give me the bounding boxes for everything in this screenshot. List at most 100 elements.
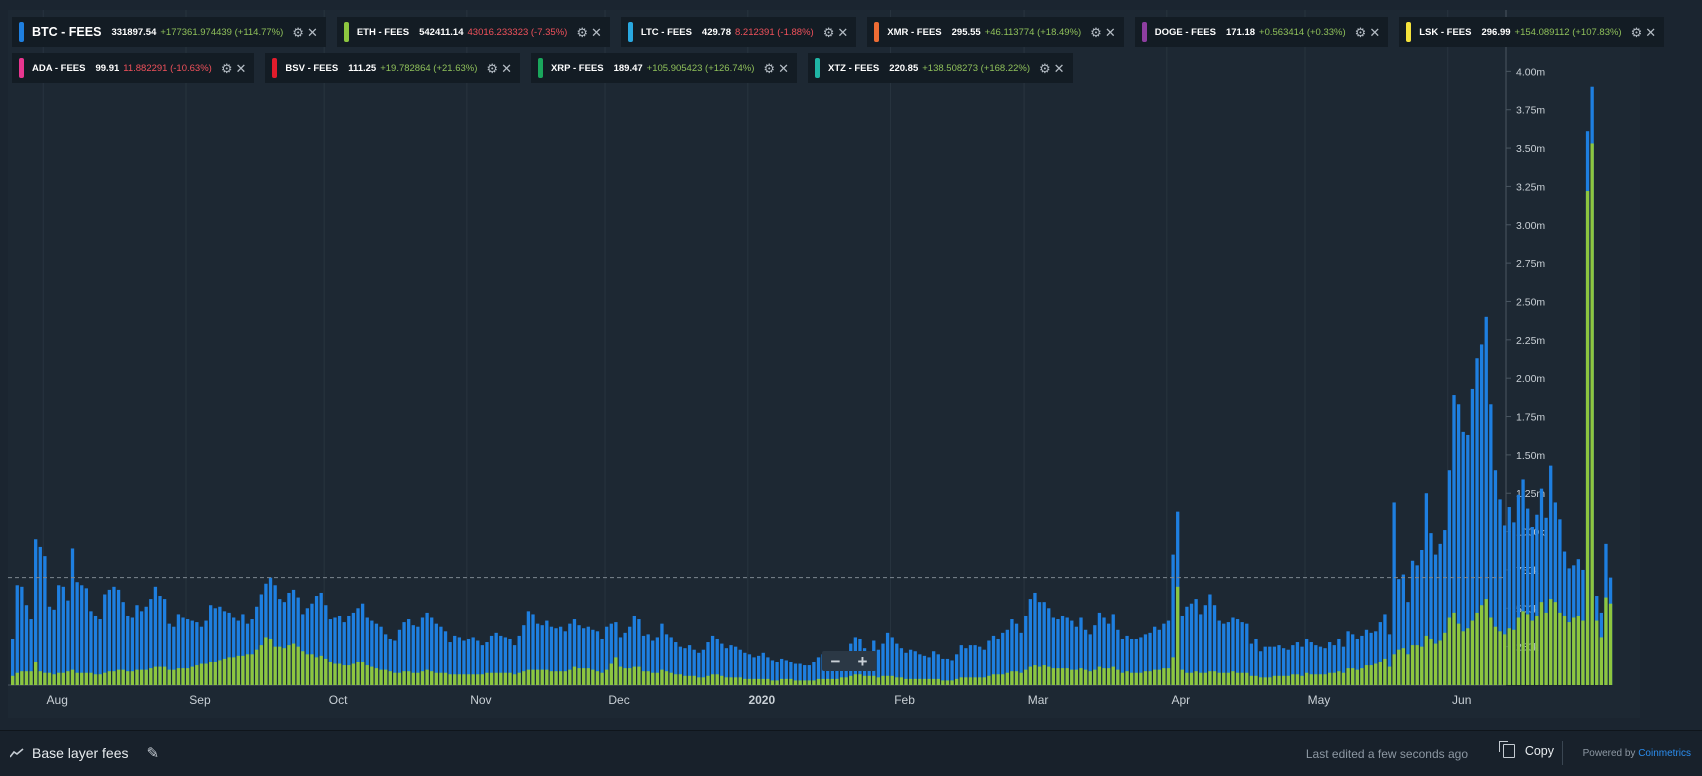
bar-eth (858, 674, 862, 685)
bar-eth (181, 668, 185, 685)
bar-eth (1079, 668, 1083, 685)
close-icon[interactable]: ✕ (778, 62, 789, 75)
bar-eth (1047, 666, 1051, 685)
bar-eth (715, 674, 719, 685)
bar-btc (57, 585, 61, 685)
bar-eth (770, 680, 775, 685)
gear-icon[interactable]: ⚙ (221, 62, 233, 75)
close-icon[interactable]: ✕ (1105, 26, 1116, 39)
bar-eth (1328, 672, 1332, 685)
legend-series-name: BTC - FEES (32, 25, 102, 39)
bar-eth (1503, 634, 1507, 685)
zoom-out-button[interactable]: − (831, 653, 841, 670)
bar-eth (1176, 586, 1180, 685)
y-tick-label: 1.50m (1516, 450, 1545, 462)
legend-chip[interactable]: XTZ - FEES 220.85 +138.508273 (+168.22%) ⚙ ✕ (807, 53, 1073, 83)
edit-pencil-icon[interactable]: ✎ (147, 744, 160, 762)
bar-eth (319, 655, 323, 685)
x-tick-label: Jun (1452, 693, 1471, 707)
gear-icon[interactable]: ⚙ (292, 26, 304, 39)
legend-chip[interactable]: LTC - FEES 429.78 8.212391 (-1.88%) ⚙ ✕ (620, 17, 857, 47)
bar-eth (1222, 672, 1226, 685)
legend-chip[interactable]: LSK - FEES 296.99 +154.089112 (+107.83%) ⚙ ✕ (1399, 17, 1665, 47)
x-tick-label: May (1308, 693, 1331, 707)
gear-icon[interactable]: ⚙ (1039, 62, 1051, 75)
legend-chip[interactable]: BTC - FEES 331897.54 +177361.974439 (+114.… (12, 17, 326, 47)
bar-eth (397, 672, 402, 685)
bar-eth (830, 678, 834, 685)
bar-eth (356, 661, 360, 685)
bar-eth (144, 669, 148, 685)
bar-eth (558, 671, 563, 685)
zoom-in-button[interactable]: + (858, 653, 868, 670)
bar-eth (669, 672, 673, 685)
bar-eth (407, 671, 411, 685)
bar-eth (393, 672, 397, 685)
bar-eth (807, 680, 811, 685)
bar-eth (61, 672, 65, 685)
close-icon[interactable]: ✕ (307, 26, 318, 39)
bar-eth (1433, 643, 1438, 685)
bar-eth (1447, 617, 1452, 685)
bar-eth (1139, 672, 1143, 685)
bar-eth (1585, 191, 1590, 686)
bar-eth (793, 680, 798, 685)
gear-icon[interactable]: ⚙ (1631, 26, 1643, 39)
legend-chip[interactable]: BSV - FEES 111.25 +19.782864 (+21.63%) ⚙ ✕ (265, 53, 520, 83)
bar-eth (1346, 668, 1350, 685)
bar-eth (1130, 672, 1134, 685)
bar-eth (430, 671, 434, 685)
bar-eth (291, 643, 296, 685)
bar-eth (1245, 672, 1249, 685)
bar-eth (872, 675, 876, 685)
legend-series-value: 542411.14 (419, 26, 464, 38)
close-icon[interactable]: ✕ (1369, 26, 1380, 39)
legend-chip[interactable]: DOGE - FEES 171.18 +0.563414 (+0.33%) ⚙ ✕ (1134, 17, 1389, 47)
legend-chip[interactable]: XRP - FEES 189.47 +105.905423 (+126.74%) ⚙ ✕ (530, 53, 797, 83)
bar-eth (1364, 665, 1369, 685)
bar-eth (199, 663, 204, 685)
zoom-control: − + (822, 651, 876, 671)
bar-eth (250, 654, 254, 685)
bar-eth (1323, 674, 1327, 685)
bar-eth (1397, 649, 1401, 685)
bar-eth (692, 675, 696, 685)
bar-eth (674, 674, 678, 685)
bar-eth (213, 661, 217, 685)
close-icon[interactable]: ✕ (837, 26, 848, 39)
gear-icon[interactable]: ⚙ (1355, 26, 1367, 39)
bar-eth (1258, 677, 1263, 685)
legend-chip[interactable]: XMR - FEES 295.55 +46.113774 (+18.49%) ⚙ ✕ (867, 17, 1124, 47)
close-icon[interactable]: ✕ (1054, 62, 1065, 75)
gear-icon[interactable]: ⚙ (763, 62, 775, 75)
bar-eth (337, 663, 342, 685)
copy-button[interactable]: Copy (1498, 741, 1554, 758)
bar-eth (1549, 599, 1553, 685)
bar-eth (301, 651, 305, 685)
gear-icon[interactable]: ⚙ (576, 26, 588, 39)
bar-eth (757, 678, 761, 685)
gear-icon[interactable]: ⚙ (486, 62, 498, 75)
close-icon[interactable]: ✕ (591, 26, 602, 39)
gear-icon[interactable]: ⚙ (823, 26, 835, 39)
bar-eth (936, 678, 940, 685)
bar-eth (1581, 620, 1585, 685)
close-icon[interactable]: ✕ (235, 62, 246, 75)
bar-eth (885, 675, 890, 685)
legend-series-name: ETH - FEES (356, 26, 410, 38)
close-icon[interactable]: ✕ (501, 62, 512, 75)
chart-area: AugSepOctNovDec2020FebMarAprMayJun250k50… (8, 10, 1640, 718)
bar-eth (1429, 638, 1433, 685)
gear-icon[interactable]: ⚙ (1090, 26, 1102, 39)
line-chart-icon (10, 748, 24, 758)
legend-chip[interactable]: ETH - FEES 542411.14 43016.233323 (-7.35%)… (336, 17, 610, 47)
bar-btc (43, 556, 47, 685)
bar-btc (103, 594, 107, 685)
coinmetrics-link[interactable]: Coinmetrics (1638, 748, 1691, 759)
bar-eth (1166, 668, 1171, 685)
bar-eth (844, 677, 848, 685)
close-icon[interactable]: ✕ (1645, 26, 1656, 39)
legend-swatch (814, 58, 820, 78)
legend-chip[interactable]: ADA - FEES 99.91 11.882291 (-10.63%) ⚙ ✕ (12, 53, 255, 83)
bar-eth (1277, 675, 1281, 685)
